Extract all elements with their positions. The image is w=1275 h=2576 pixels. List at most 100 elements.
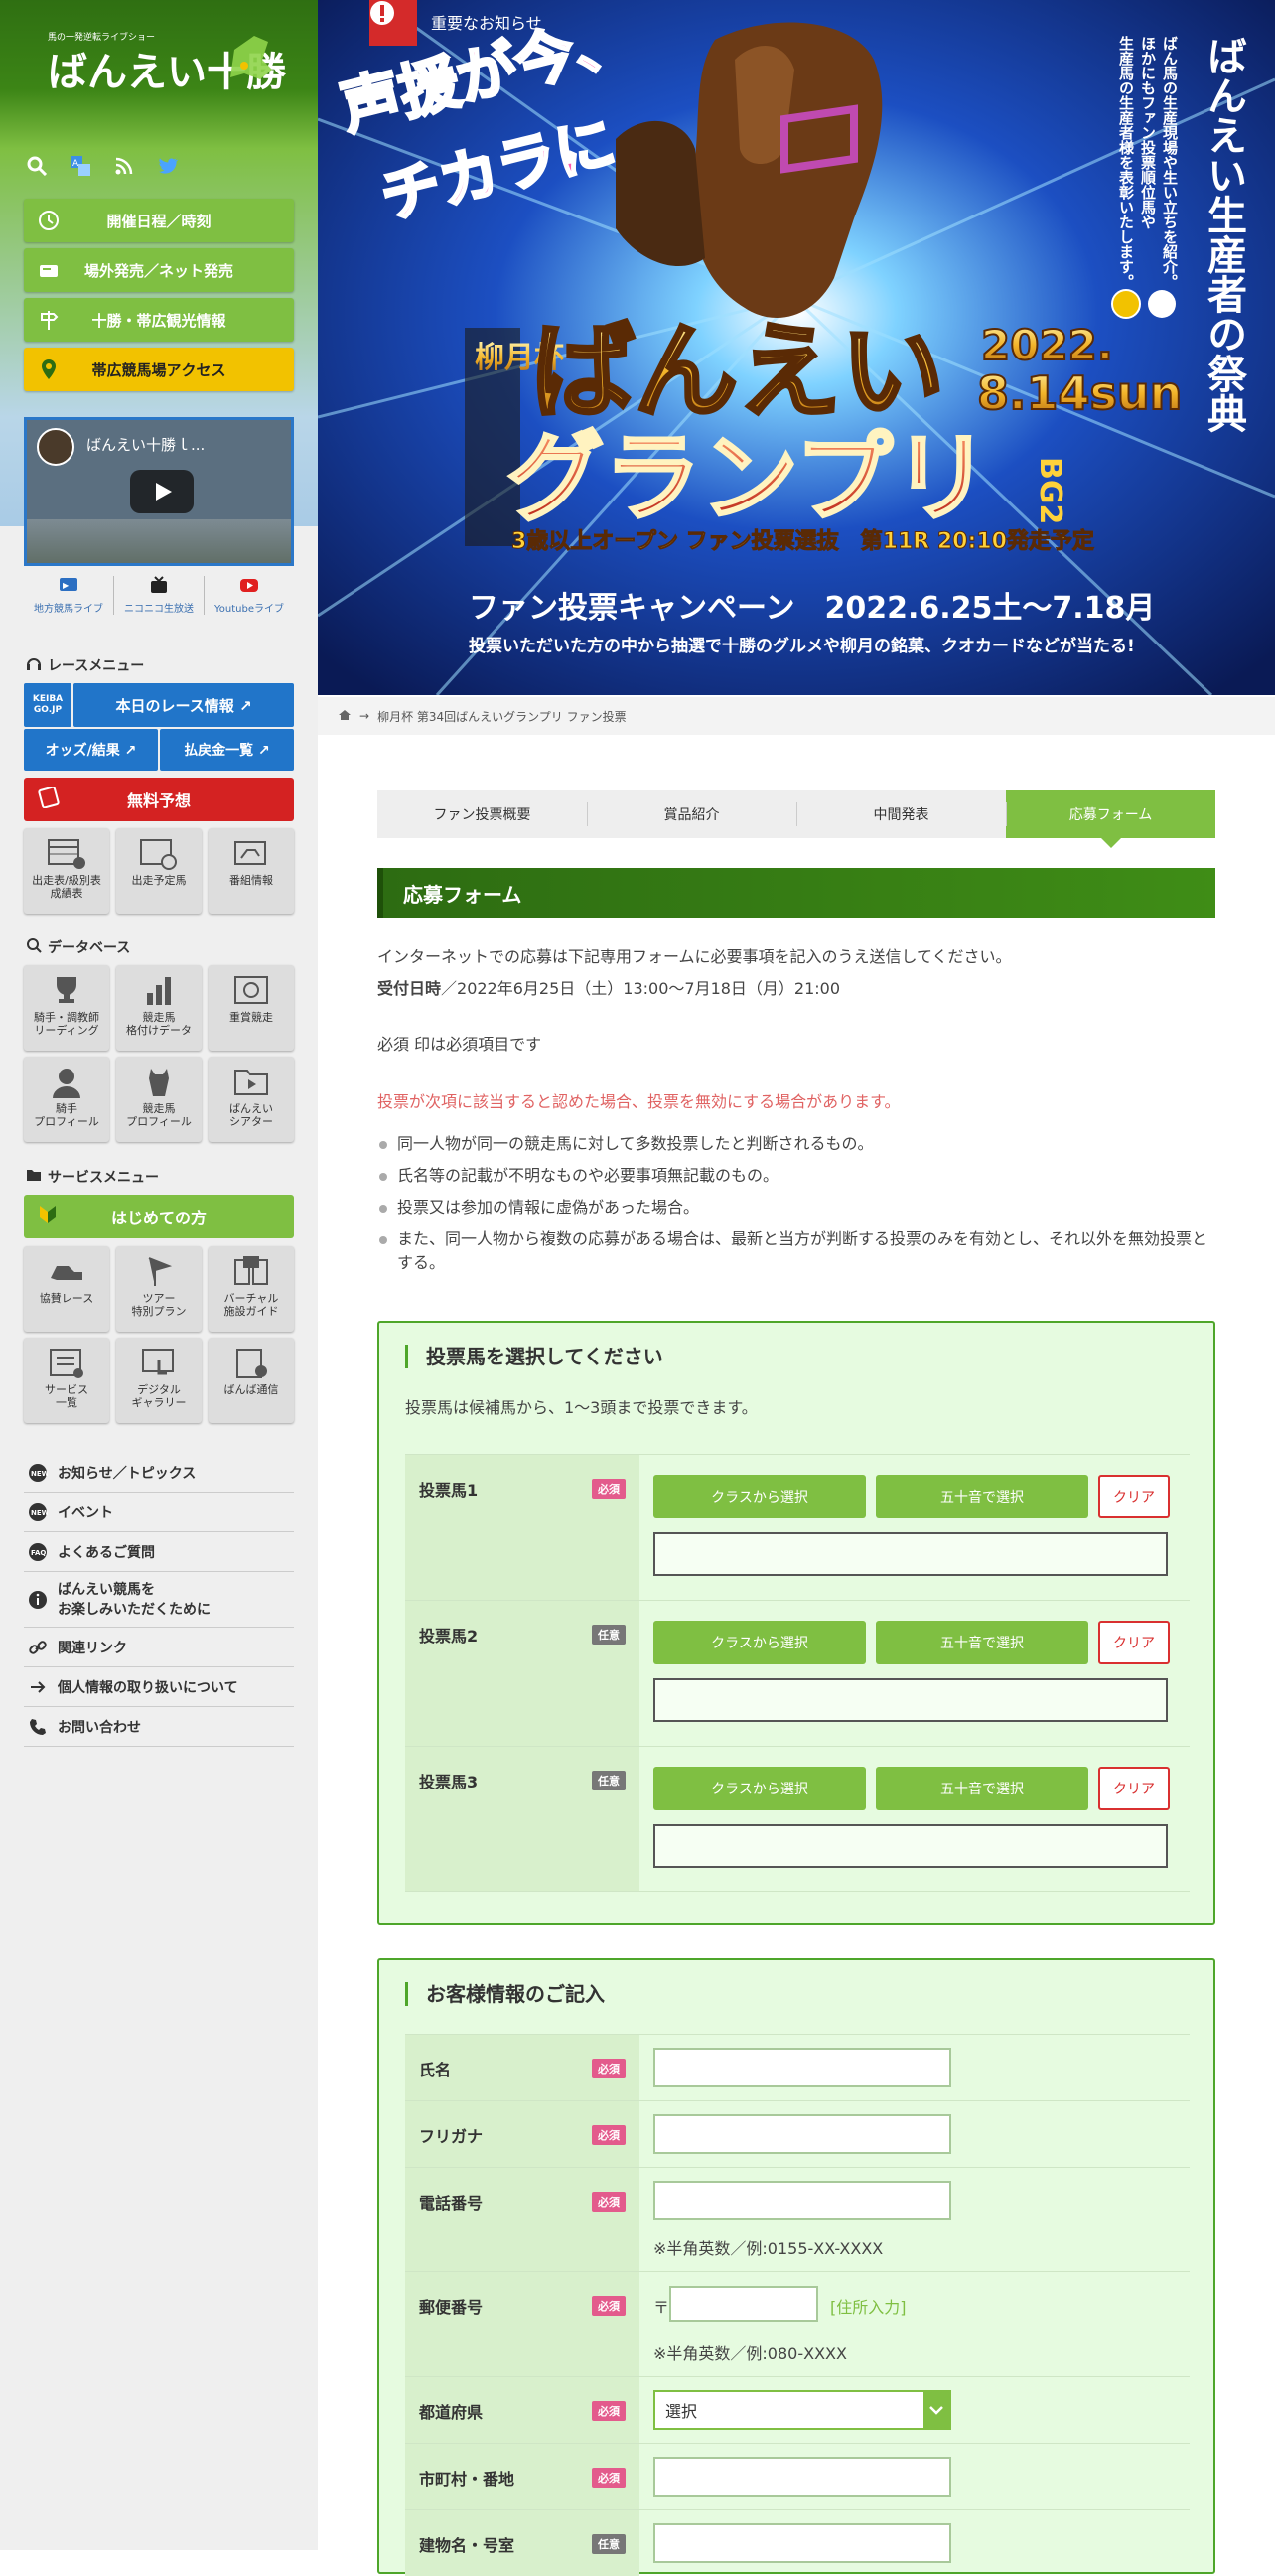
rule-item: 氏名等の記載が不明なものや必要事項無記載のもの。 [377,1164,1215,1188]
prefecture-select[interactable]: 選択 [653,2390,951,2430]
clear-button[interactable]: クリア [1098,1621,1170,1664]
city-field[interactable] [653,2457,951,2497]
optional-badge: 任意 [592,2534,626,2554]
tile-theater[interactable]: ばんえい シアター [209,1057,294,1142]
home-icon[interactable] [338,709,352,724]
tile-tour-plan[interactable]: ツアー 特別プラン [116,1246,202,1332]
postal-prefix: 〒 [653,2298,670,2317]
customer-row-postal: 郵便番号 必須 〒 [住所入力] ※半角英数／例:080-XXXX [405,2271,1190,2376]
offsite-sales-label: 場外発売／ネット発売 [83,261,233,280]
tile-virtual-guide[interactable]: バーチャル 施設ガイド [209,1246,294,1332]
building-field[interactable] [653,2523,951,2563]
phone-field[interactable] [653,2181,951,2220]
hero-campaign-sub: 投票いただいた方の中から抽選で十勝のグルメや柳月の銘菓、クオカードなどが当たる! [469,636,1135,656]
play-icon[interactable] [130,470,194,513]
postal-field[interactable] [669,2286,818,2322]
phone-note: ※半角英数／例:0155-XX-XXXX [653,2239,884,2258]
name-field[interactable] [653,2048,951,2087]
class-select-button[interactable]: クラスから選択 [653,1621,866,1664]
offsite-sales-button[interactable]: 場外発売／ネット発売 [24,248,294,292]
live-links: ▶ 地方競馬ライブ ニコニコ生放送 Youtubeライブ [24,576,294,615]
search-icon[interactable] [26,155,48,177]
beginner-mark-icon [38,1204,58,1229]
tile-digital-gallery[interactable]: デジタル ギャラリー [116,1338,202,1423]
hero-campaign: ファン投票キャンペーン 2022.6.25土〜7.18月 [469,591,1155,626]
hero-banner[interactable]: 声援が今、 チカラに 柳月杯 ばんえい グランプリ 2022. 8.14sun … [318,0,1275,695]
furigana-field[interactable] [653,2114,951,2154]
odds-button[interactable]: オッズ/結果 ↗ [24,729,158,771]
clear-button[interactable]: クリア [1098,1767,1170,1810]
tile-scheduled-horses[interactable]: 出走予定馬 [116,828,202,914]
tile-program[interactable]: 番組情報 [209,828,294,914]
page-tabs: ファン投票概要 賞品紹介 中間発表 応募フォーム [377,790,1215,848]
svg-text:A: A [72,159,79,169]
clear-button[interactable]: クリア [1098,1475,1170,1518]
tile-service-list[interactable]: サービス 一覧 [24,1338,109,1423]
customer-row-phone: 電話番号 必須 ※半角英数／例:0155-XX-XXXX [405,2167,1190,2271]
tab-interim[interactable]: 中間発表 [796,790,1006,838]
vote-horse-2-field[interactable] [653,1678,1168,1722]
tile-horse-profile[interactable]: 競走馬 プロフィール [116,1057,202,1142]
tourism-label: 十勝・帯広観光情報 [91,311,226,330]
kana-select-button[interactable]: 五十音で選択 [876,1621,1088,1664]
tile-grade-races[interactable]: 重賞競走 [209,965,294,1051]
youtube-icon [239,576,259,594]
tv-icon: ▶ [59,576,78,594]
free-prediction-button[interactable]: 無料予想 [24,778,294,821]
search-icon [26,937,42,957]
class-select-button[interactable]: クラスから選択 [653,1767,866,1810]
kana-select-button[interactable]: 五十音で選択 [876,1767,1088,1810]
today-race-button[interactable]: 本日のレース情報 ↗ [73,683,294,727]
link-news[interactable]: NEW お知らせ／トピックス [24,1453,294,1493]
rss-icon[interactable] [113,155,135,177]
first-time-button[interactable]: はじめての方 [24,1195,294,1238]
payout-button[interactable]: 払戻金一覧 ↗ [160,729,294,771]
twitter-icon[interactable] [157,155,179,177]
link-enjoy[interactable]: ばんえい競馬を お楽しみいただくために [24,1572,294,1628]
live-link-chiho[interactable]: ▶ 地方競馬ライブ [24,576,114,615]
site-logo[interactable]: 馬の一発逆転ライブショー ばんえい十勝 [40,20,288,129]
link-contact[interactable]: お問い合わせ [24,1707,294,1747]
video-embed[interactable]: ばんえい十勝ｌ... [24,417,294,566]
customer-heading: お客様情報のご記入 [405,1982,605,2006]
tile-entries[interactable]: 出走表/級別表 成績表 [24,828,109,914]
link-privacy[interactable]: 個人情報の取り扱いについて [24,1667,294,1707]
hero-race-info: 3歳以上オープン ファン投票選抜 第11R 20:10発走予定 [511,528,1094,554]
important-notice[interactable]: 重要なお知らせ [369,0,542,46]
live-link-niconico[interactable]: ニコニコ生放送 [114,576,205,615]
utility-icons: A [26,155,179,177]
svg-text:▶: ▶ [63,581,70,590]
link-events[interactable]: NEW イベント [24,1493,294,1532]
schedule-button[interactable]: 開催日程／時刻 [24,199,294,242]
link-related[interactable]: 関連リンク [24,1628,294,1667]
class-select-button[interactable]: クラスから選択 [653,1475,866,1518]
svg-text:NEW: NEW [31,1509,48,1517]
tile-banba-news[interactable]: ばんば通信 [209,1338,294,1423]
vote-horse-1-field[interactable] [653,1532,1168,1576]
table-icon [47,838,86,870]
vote-panel: 投票馬を選択してください 投票馬は候補馬から、1〜3頭まで投票できます。 投票馬… [377,1321,1215,1925]
breadcrumb: → 柳月杯 第34回ばんえいグランプリ ファン投票 [318,697,1275,735]
kana-select-button[interactable]: 五十音で選択 [876,1475,1088,1518]
hero-right-sub-1: ばん馬の生産現場や生い立ちを紹介。 [1161,36,1179,289]
translate-icon[interactable]: A [70,155,91,177]
optional-badge: 任意 [592,1625,626,1645]
access-button[interactable]: 帯広競馬場アクセス [24,348,294,391]
tourism-button[interactable]: 十勝・帯広観光情報 [24,298,294,342]
link-faq[interactable]: FAQ よくあるご質問 [24,1532,294,1572]
tile-leading[interactable]: 騎手・調教師 リーディング [24,965,109,1051]
tab-entry-form[interactable]: 応募フォーム [1006,790,1215,848]
rule-item: 投票又は参加の情報に虚偽があった場合。 [377,1196,1215,1219]
required-badge: 必須 [592,2125,626,2145]
address-lookup-link[interactable]: [住所入力] [830,2294,907,2318]
postal-note: ※半角英数／例:080-XXXX [653,2344,847,2362]
tab-prizes[interactable]: 賞品紹介 [587,790,796,838]
live-link-youtube[interactable]: Youtubeライブ [205,576,294,615]
period-value: ／2022年6月25日（土）13:00～7月18日（月）21:00 [441,979,841,998]
tile-jockey-profile[interactable]: 騎手 プロフィール [24,1057,109,1142]
tile-sponsor-race[interactable]: 協賛レース [24,1246,109,1332]
tile-rating-data[interactable]: 競走馬 格付けデータ [116,965,202,1051]
vote-horse-3-field[interactable] [653,1824,1168,1868]
tab-overview[interactable]: ファン投票概要 [377,790,587,838]
trophy-icon [47,975,86,1007]
